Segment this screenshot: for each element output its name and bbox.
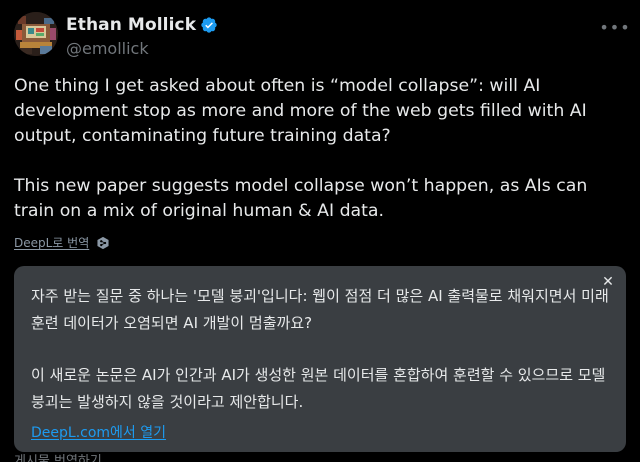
tweet: Ethan Mollick @emollick ••• One thing I …: [0, 0, 640, 462]
verified-badge-icon[interactable]: [200, 16, 218, 34]
deepl-logo-icon: [97, 236, 109, 249]
translate-bar: DeepL로 번역: [14, 234, 110, 251]
translate-post-link[interactable]: 게시물 번역하기: [14, 454, 102, 462]
pixel-art-avatar-icon: [14, 12, 58, 56]
tweet-paragraph-1: One thing I get asked about often is “mo…: [14, 76, 593, 146]
translate-with-deepl-link[interactable]: DeepL로 번역: [14, 234, 89, 251]
author-handle[interactable]: @emollick: [66, 39, 218, 58]
translation-paragraph-1: 자주 받는 질문 중 하나는 '모델 붕괴'입니다: 웹이 점점 더 많은 AI…: [31, 287, 609, 332]
author-info: Ethan Mollick @emollick: [66, 14, 218, 58]
name-row: Ethan Mollick: [66, 14, 218, 36]
open-in-deepl-link[interactable]: DeepL.com에서 열기: [31, 422, 166, 442]
translation-paragraph-2: 이 새로운 논문은 AI가 인간과 AI가 생성한 원본 데이터를 혼합하여 훈…: [31, 366, 606, 411]
tweet-text: One thing I get asked about often is “mo…: [14, 74, 626, 224]
avatar[interactable]: [14, 12, 58, 56]
tweet-paragraph-2: This new paper suggests model collapse w…: [14, 176, 593, 221]
tweet-header: Ethan Mollick @emollick •••: [14, 12, 630, 60]
translation-panel: ✕ 자주 받는 질문 중 하나는 '모델 붕괴'입니다: 웹이 점점 더 많은 …: [14, 266, 626, 452]
author-display-name[interactable]: Ethan Mollick: [66, 15, 196, 35]
more-dots-icon[interactable]: •••: [599, 18, 629, 37]
